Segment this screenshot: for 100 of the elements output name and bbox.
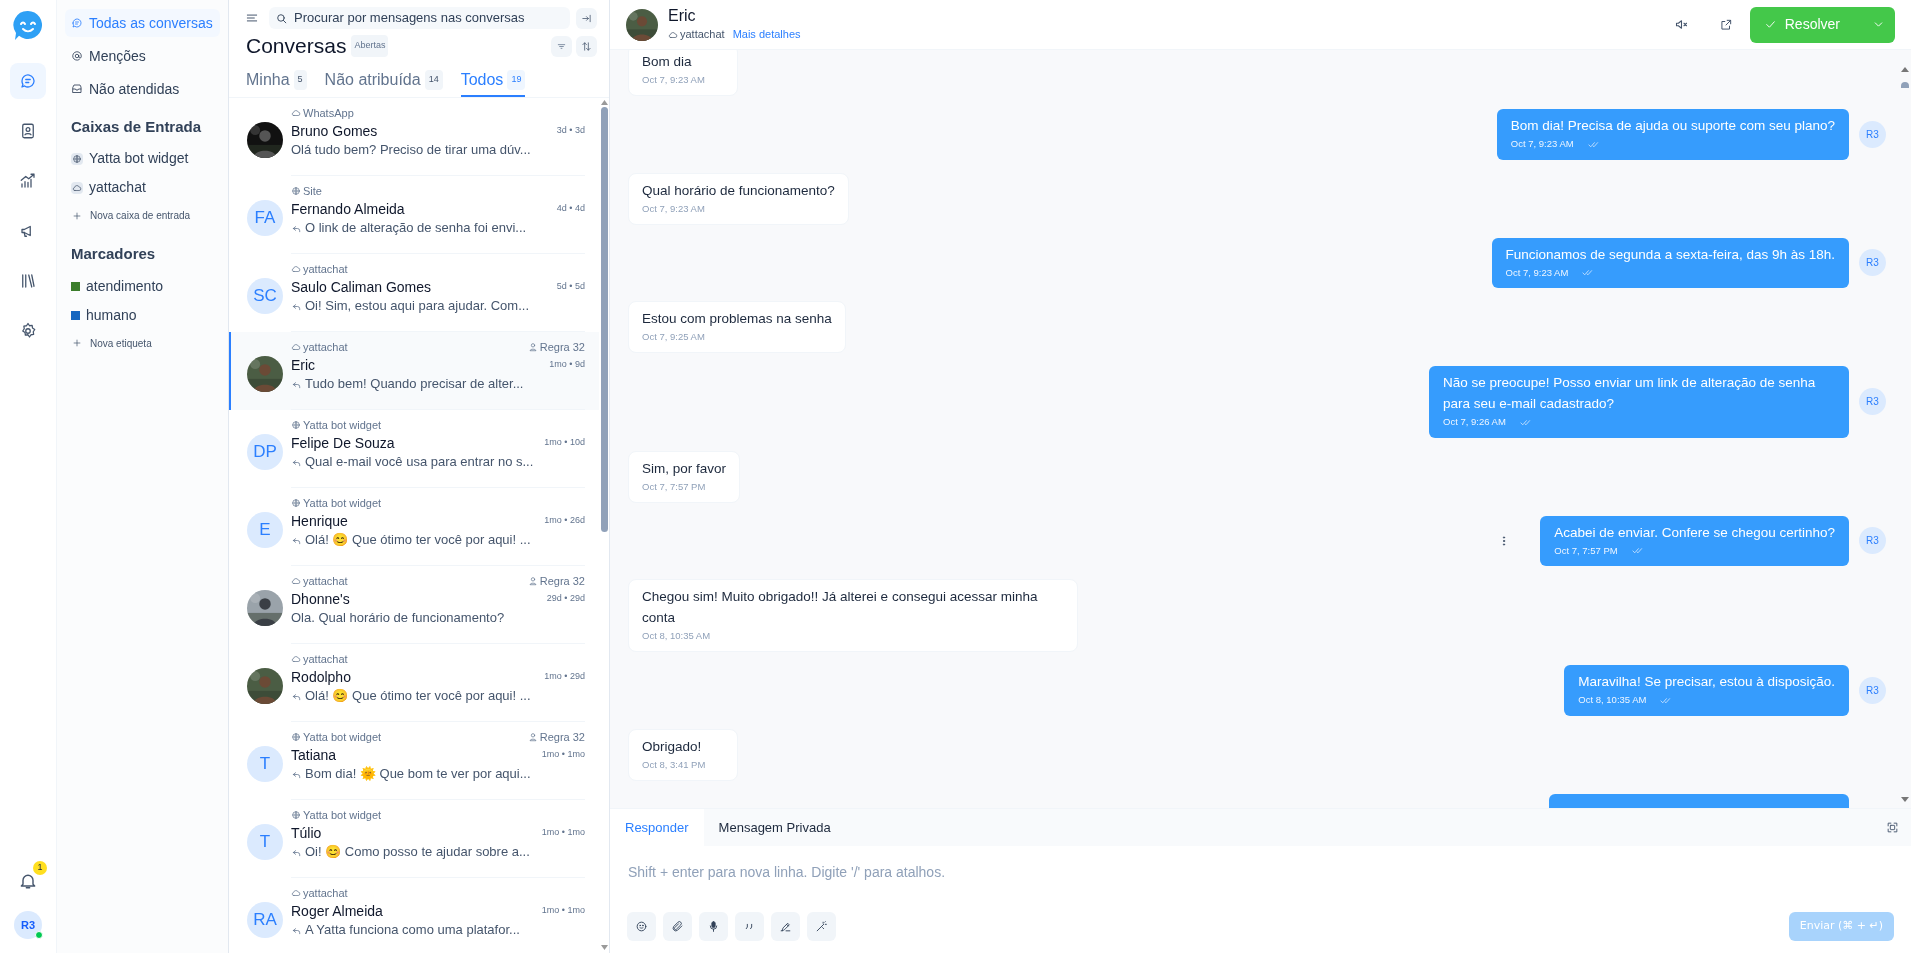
conversation-item[interactable]: FA Site Fernando Almeida 4d • 4d O link de alteração de senha foi envi... xyxy=(229,176,599,254)
conversation-item[interactable]: WhatsApp Bruno Gomes 3d • 3d Olá tudo bem? Preciso de tirar uma dúv... xyxy=(229,98,599,176)
message-text: Não se preocupe! Posso enviar um link de alteração de senha para seu e-mail cadastrado? xyxy=(1443,374,1817,414)
inbox-label: Yatta bot widget xyxy=(291,806,382,824)
status-badge[interactable]: Abertas xyxy=(351,35,389,57)
compose-tab[interactable]: Responder xyxy=(610,809,704,846)
contact-avatar: T xyxy=(247,824,283,860)
message-text: Funcionamos de segunda a sexta-feira, das 9h às 18h. xyxy=(1505,245,1835,264)
contact-avatar: RA xyxy=(247,902,283,938)
conversation-time: 1mo • 26d xyxy=(544,514,585,528)
conversation-time: 1mo • 1mo xyxy=(541,826,585,840)
inbox-label: Yatta bot widget xyxy=(291,728,382,746)
contact-name: Roger Almeida xyxy=(291,901,383,921)
scroll-up-icon[interactable] xyxy=(1901,67,1909,72)
scroll-thumb[interactable] xyxy=(1901,82,1909,88)
assignee-label: Regra 32 xyxy=(527,572,585,590)
conversation-time: 29d • 29d xyxy=(546,592,585,606)
contact-avatar: SC xyxy=(247,278,283,314)
search-field[interactable]: Procurar por mensagens nas conversas xyxy=(269,7,570,29)
conversation-time: 1mo • 1mo xyxy=(541,748,585,762)
tab[interactable]: Todos 19 xyxy=(460,65,526,97)
person-icon xyxy=(527,576,538,586)
contact-name: Henrique xyxy=(291,511,348,531)
attach-button[interactable] xyxy=(663,912,692,941)
message-time: Oct 8, 10:35 AM xyxy=(642,629,712,643)
message-preview: Olá tudo bem? Preciso de tirar uma dúv... xyxy=(291,141,531,160)
plus-icon xyxy=(72,338,82,348)
section-heading: Marcadores xyxy=(70,243,157,264)
compose-tab[interactable]: Mensagem Privada xyxy=(703,809,846,846)
conversation-item[interactable]: T Yatta bot widget Túlio 1mo • 1mo Oi! 😊 Como posso te ajudar sobre a... xyxy=(229,800,599,878)
conversation-item[interactable]: E Yatta bot widget Henrique 1mo • 26d Olá! 😊 Que ótimo ter você por aqui! ... xyxy=(229,488,599,566)
scroll-down-icon[interactable] xyxy=(600,945,608,950)
chat-bubble-icon xyxy=(71,17,83,29)
message-preview: Olá! 😊 Que ótimo ter você por aqui! ... xyxy=(305,531,531,550)
check-icon xyxy=(1763,18,1777,31)
add-label-link[interactable]: Nova etiqueta xyxy=(65,332,220,354)
sort-button[interactable] xyxy=(576,35,597,57)
count-badge: 14 xyxy=(424,70,443,90)
inbox-label: yattachat xyxy=(291,338,348,356)
sidebar-item[interactable]: Todas as conversas xyxy=(65,9,220,37)
nav-button[interactable] xyxy=(10,63,46,99)
message-preview: Oi! 😊 Como posso te ajudar sobre a... xyxy=(305,843,530,862)
add-inbox-link[interactable]: Nova caixa de entrada xyxy=(65,204,220,227)
emoji-button[interactable] xyxy=(627,912,656,941)
conversation-item[interactable]: yattachat Rodolpho 1mo • 29d Olá! 😊 Que ótimo ter você por aqui! ... xyxy=(229,644,599,722)
conversation-item[interactable]: yattachat Regra 32 Dhonne's 29d • 29d Ola. Qual horário de funcionamento? xyxy=(229,566,599,644)
assignee-label: Regra 32 xyxy=(527,338,585,356)
message-time: Oct 7, 9:23 AM xyxy=(642,73,706,87)
message-preview: Ola. Qual horário de funcionamento? xyxy=(291,609,505,628)
message-time: Oct 8, 3:41 PM xyxy=(642,757,707,772)
message-text: Acabei de enviar. Confere se chegou certinho? xyxy=(1554,523,1835,542)
logo-icon[interactable] xyxy=(13,10,43,42)
contact-name: Saulo Caliman Gomes xyxy=(291,277,432,297)
inbox-label: Site xyxy=(291,182,322,200)
tab[interactable]: Não atribuída 14 xyxy=(324,65,443,97)
section-heading: Caixas de Entrada xyxy=(70,117,203,137)
contact-name: Rodolpho xyxy=(291,667,351,687)
user-avatar[interactable]: R3 xyxy=(14,911,42,939)
sidebar-item[interactable]: Menções xyxy=(65,42,220,70)
contact-avatar: T xyxy=(247,746,283,782)
message-input[interactable]: Shift + enter para nova linha. Digite '/' para atalhos. xyxy=(628,862,1893,902)
label-item[interactable]: atendimento xyxy=(65,274,220,298)
scroll-down-icon[interactable] xyxy=(1901,797,1909,802)
message-preview: Tudo bem! Quando precisar de alter... xyxy=(305,375,524,394)
inbox-label: Yatta bot widget xyxy=(291,416,382,434)
voice-button[interactable] xyxy=(699,912,728,941)
scroll-up-icon[interactable] xyxy=(600,100,608,105)
message-text: Estou com problemas na senha xyxy=(642,310,832,328)
conversation-item[interactable]: yattachat Regra 32 Eric 1mo • 9d Tudo bem! Quando precisar de alter... xyxy=(229,332,599,410)
message-preview: Oi! Sim, estou aqui para ajudar. Com... xyxy=(305,297,529,316)
scrollbar[interactable] xyxy=(599,98,609,953)
inbox-item[interactable]: yattachat xyxy=(65,175,220,200)
label-item[interactable]: humano xyxy=(65,303,220,327)
inbox-item[interactable]: Yatta bot widget xyxy=(65,146,220,171)
tab[interactable]: Minha 5 xyxy=(246,65,307,97)
collapse-button[interactable] xyxy=(576,7,597,29)
mute-icon[interactable] xyxy=(1673,17,1689,32)
magic-wand-icon xyxy=(815,920,828,933)
conversation-time: 5d • 5d xyxy=(556,280,585,294)
contact-name: Túlio xyxy=(291,823,322,843)
conversation-item[interactable]: DP Yatta bot widget Felipe De Souza 1mo • 10d Qual e-mail você usa para entrar no s... xyxy=(229,410,599,488)
contact-avatar: E xyxy=(247,512,283,548)
message-time: Oct 8, 10:35 AM xyxy=(1578,693,1647,708)
agent-avatar: R3 xyxy=(1859,676,1886,704)
message-text: Obrigado! xyxy=(642,737,703,756)
scroll-thumb[interactable] xyxy=(600,107,608,532)
menu-icon[interactable] xyxy=(245,11,259,25)
share-icon[interactable] xyxy=(1718,17,1733,32)
conversation-item[interactable]: RA yattachat Roger Almeida 1mo • 1mo A Yatta funciona como uma platafor... xyxy=(229,878,599,953)
inbox-label: Yatta bot widget xyxy=(291,494,382,512)
details-link[interactable]: Mais detalhes xyxy=(732,26,801,43)
conversation-time: 1mo • 29d xyxy=(544,670,585,684)
globe-icon xyxy=(72,153,82,164)
signature-button[interactable] xyxy=(771,912,800,941)
filter-button[interactable] xyxy=(551,35,572,57)
plus-icon xyxy=(72,210,82,221)
search-icon xyxy=(275,11,288,25)
settings-icon xyxy=(19,322,37,340)
sidebar-item[interactable]: Não atendidas xyxy=(65,75,220,103)
conversation-item[interactable]: T Yatta bot widget Regra 32 Tatiana 1mo • 1mo Bom dia! 🌞 Que bom te ver por aqui... xyxy=(229,722,599,800)
